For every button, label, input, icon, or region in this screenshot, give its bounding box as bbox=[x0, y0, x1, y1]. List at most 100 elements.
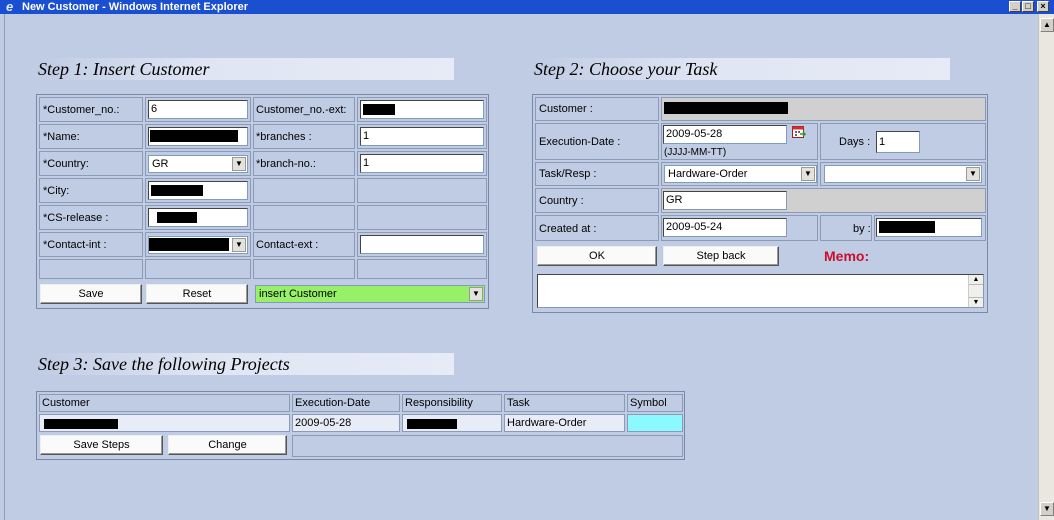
minimize-button[interactable]: _ bbox=[1009, 1, 1021, 12]
branches-label-cell: *branches : bbox=[253, 124, 355, 149]
task-resp-label: Task/Resp : bbox=[539, 168, 597, 180]
branch-no-input[interactable]: 1 bbox=[360, 154, 484, 173]
scroll-up-arrow-icon[interactable]: ▲ bbox=[969, 275, 983, 285]
contact-int-label-cell: *Contact-int : bbox=[39, 232, 143, 257]
customer-no-ext-label: Customer_no.-ext: bbox=[256, 104, 347, 116]
created-at-label-cell: Created at : bbox=[535, 215, 659, 241]
column-header-execution-date: Execution-Date bbox=[292, 394, 400, 412]
execution-date-label: Execution-Date : bbox=[539, 136, 621, 148]
customer-no-input[interactable]: 6 bbox=[148, 100, 248, 119]
resp-select[interactable]: ▼ bbox=[824, 165, 982, 183]
city-label: *City: bbox=[43, 185, 70, 197]
step2-heading: Step 2: Choose your Task bbox=[534, 58, 950, 80]
empty-cell bbox=[292, 435, 683, 457]
close-button[interactable]: × bbox=[1037, 1, 1049, 12]
step1-form: *Customer_no.: 6 Customer_no.-ext: *Name… bbox=[36, 94, 489, 309]
step2-heading-text: Step 2: Choose your Task bbox=[534, 59, 718, 79]
resp-cell: ▼ bbox=[820, 162, 986, 186]
chevron-down-icon[interactable]: ▼ bbox=[232, 157, 246, 171]
scroll-down-arrow-icon[interactable]: ▼ bbox=[1040, 502, 1054, 516]
step2-country-cell: GR bbox=[661, 188, 986, 213]
customer-no-cell: 6 bbox=[145, 97, 251, 122]
contact-ext-input[interactable] bbox=[360, 235, 484, 254]
created-at-cell: 2009-05-24 bbox=[661, 215, 818, 241]
chevron-down-icon[interactable]: ▼ bbox=[232, 238, 246, 252]
task-select[interactable]: Hardware-Order ▼ bbox=[664, 165, 817, 183]
branch-no-label: *branch-no.: bbox=[256, 158, 316, 170]
branch-no-label-cell: *branch-no.: bbox=[253, 151, 355, 176]
reset-button[interactable]: Reset bbox=[146, 284, 248, 304]
window-title: New Customer - Windows Internet Explorer bbox=[22, 1, 249, 13]
save-button[interactable]: Save bbox=[40, 284, 142, 304]
customer-no-label: *Customer_no.: bbox=[43, 104, 120, 116]
task-select-value: Hardware-Order bbox=[668, 168, 748, 180]
scroll-up-arrow-icon[interactable]: ▲ bbox=[1040, 18, 1054, 32]
column-header-responsibility: Responsibility bbox=[402, 394, 502, 412]
column-header-customer: Customer bbox=[39, 394, 290, 412]
contact-int-label: *Contact-int : bbox=[43, 239, 107, 251]
chevron-down-icon[interactable]: ▼ bbox=[966, 167, 980, 181]
table-row-customer bbox=[39, 414, 290, 432]
by-label: by : bbox=[853, 223, 871, 235]
empty-cell bbox=[357, 178, 487, 203]
empty-cell bbox=[253, 205, 355, 230]
empty-cell bbox=[145, 259, 251, 279]
branches-input[interactable]: 1 bbox=[360, 127, 484, 146]
redacted-value bbox=[157, 212, 197, 223]
execution-date-label-cell: Execution-Date : bbox=[535, 123, 659, 160]
days-label: Days : bbox=[839, 136, 871, 148]
step2-country-label-cell: Country : bbox=[535, 188, 659, 213]
change-button[interactable]: Change bbox=[168, 435, 287, 455]
customer-label-cell: Customer : bbox=[535, 97, 659, 121]
customer-no-ext-input[interactable] bbox=[360, 100, 484, 119]
country-select-value: GR bbox=[152, 158, 169, 170]
contact-int-cell: ▼ bbox=[145, 232, 251, 257]
cs-release-cell bbox=[145, 205, 251, 230]
chevron-down-icon[interactable]: ▼ bbox=[801, 167, 815, 181]
memo-label: Memo: bbox=[824, 248, 870, 264]
cs-release-label-cell: *CS-release : bbox=[39, 205, 143, 230]
projects-table: Customer Execution-Date Responsibility T… bbox=[36, 391, 685, 460]
save-steps-button[interactable]: Save Steps bbox=[40, 435, 163, 455]
country-label-cell: *Country: bbox=[39, 151, 143, 176]
redacted-value bbox=[44, 419, 118, 429]
by-cell bbox=[874, 215, 986, 241]
contact-ext-cell bbox=[357, 232, 487, 257]
calendar-icon[interactable] bbox=[792, 125, 806, 139]
memo-textarea[interactable]: ▲ ▼ bbox=[537, 274, 984, 308]
memo-scrollbar[interactable]: ▲ ▼ bbox=[968, 275, 983, 307]
empty-cell bbox=[253, 178, 355, 203]
customer-no-label-cell: *Customer_no.: bbox=[39, 97, 143, 122]
internet-explorer-icon: e bbox=[6, 0, 14, 14]
cs-release-label: *CS-release : bbox=[43, 212, 109, 224]
step3-heading: Step 3: Save the following Projects bbox=[38, 353, 454, 375]
task-resp-label-cell: Task/Resp : bbox=[535, 162, 659, 186]
action-select[interactable]: insert Customer ▼ bbox=[255, 285, 485, 303]
days-input[interactable]: 1 bbox=[876, 131, 920, 153]
country-label: *Country: bbox=[43, 158, 89, 170]
chevron-down-icon[interactable]: ▼ bbox=[469, 287, 483, 301]
name-label-cell: *Name: bbox=[39, 124, 143, 149]
scroll-down-arrow-icon[interactable]: ▼ bbox=[969, 297, 983, 307]
days-cell: Days : 1 bbox=[820, 123, 986, 160]
maximize-button[interactable]: □ bbox=[1022, 1, 1034, 12]
empty-cell bbox=[39, 259, 143, 279]
empty-cell bbox=[253, 259, 355, 279]
country-select[interactable]: GR ▼ bbox=[148, 155, 248, 173]
cs-release-input[interactable] bbox=[148, 208, 248, 227]
vertical-scrollbar[interactable]: ▲ ▼ bbox=[1038, 14, 1054, 520]
redacted-value bbox=[151, 185, 203, 196]
by-label-cell: by : bbox=[820, 215, 872, 241]
created-at-input[interactable]: 2009-05-24 bbox=[663, 218, 787, 237]
step2-country-input[interactable]: GR bbox=[663, 191, 787, 210]
window-title-bar: e New Customer - Windows Internet Explor… bbox=[0, 0, 1054, 14]
branches-label: *branches : bbox=[256, 131, 312, 143]
name-input[interactable] bbox=[148, 127, 248, 146]
city-input[interactable] bbox=[148, 181, 248, 200]
by-input[interactable] bbox=[876, 218, 982, 237]
contact-int-select[interactable]: ▼ bbox=[148, 236, 248, 254]
step-back-button[interactable]: Step back bbox=[663, 246, 779, 266]
execution-date-input[interactable]: 2009-05-28 bbox=[663, 125, 787, 144]
name-label: *Name: bbox=[43, 131, 80, 143]
ok-button[interactable]: OK bbox=[537, 246, 657, 266]
